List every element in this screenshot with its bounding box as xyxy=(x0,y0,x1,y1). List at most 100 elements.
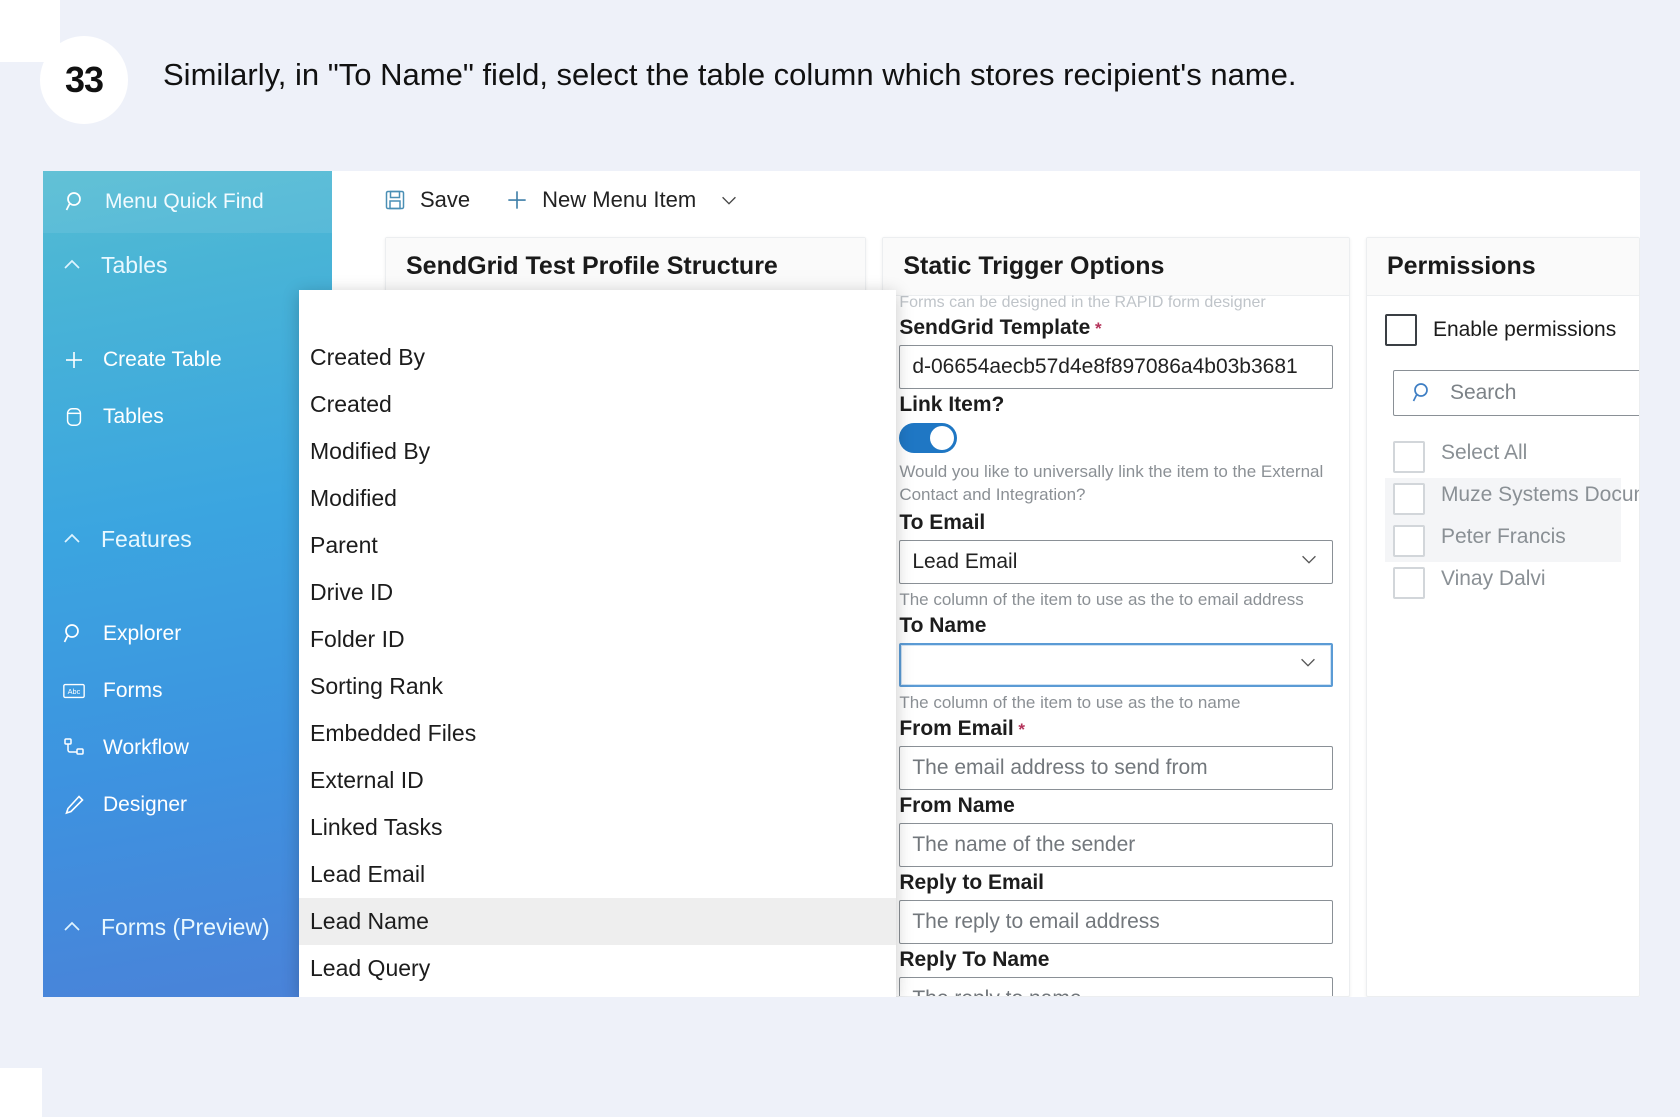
enable-permissions-row[interactable]: Enable permissions xyxy=(1384,314,1621,346)
list-item[interactable]: Embedded Files xyxy=(299,710,896,757)
from-email-label: From Email * xyxy=(899,717,1333,741)
list-item[interactable]: Created By xyxy=(299,334,896,381)
magnifier-icon xyxy=(63,189,89,215)
sidebar-item-quotes[interactable]: Quotes xyxy=(43,993,332,997)
chevron-down-icon xyxy=(1297,651,1319,679)
plus-icon xyxy=(61,347,87,373)
application-window: Menu Quick Find Tables Create Table Tabl… xyxy=(43,171,1640,997)
screenshot-root: 33 Similarly, in "To Name" field, select… xyxy=(0,0,1680,1117)
to-email-select[interactable]: Lead Email xyxy=(899,539,1333,584)
to-email-label: To Email xyxy=(899,510,986,534)
reply-to-name-label: Reply To Name xyxy=(899,947,1050,971)
required-asterisk: * xyxy=(1013,719,1026,739)
enable-permissions-label: Enable permissions xyxy=(1432,318,1617,341)
trigger-panel-title: Static Trigger Options xyxy=(883,238,1349,296)
sidebar-item-label: Create Table xyxy=(103,347,222,371)
list-item[interactable]: Lead Email xyxy=(299,851,896,898)
list-item[interactable]: Parent xyxy=(299,522,896,569)
abc-box-icon: Abc xyxy=(61,678,87,704)
sidebar-group-label: Features xyxy=(101,525,192,552)
reply-to-name-input[interactable]: The reply to name xyxy=(899,976,1333,996)
from-name-input[interactable]: The name of the sender xyxy=(899,822,1333,867)
column-dropdown-list[interactable]: Created By Created Modified By Modified … xyxy=(299,290,896,997)
required-asterisk: * xyxy=(1090,319,1102,338)
list-item[interactable]: Linked Tasks xyxy=(299,804,896,851)
pencil-icon xyxy=(61,792,87,818)
corner-notch-bottom-left xyxy=(0,1068,42,1117)
select-all-label: Select All xyxy=(1440,441,1528,464)
list-item[interactable]: Muze Systems Documentation (Documentatio… xyxy=(1384,478,1639,520)
sidebar-item-create-table[interactable]: Create Table xyxy=(43,331,332,388)
sidebar-group-label: Tables xyxy=(101,251,168,278)
sidebar-item-forms[interactable]: Abc Forms xyxy=(43,662,332,719)
permissions-search-input[interactable]: Search xyxy=(1392,370,1639,416)
from-name-label: From Name xyxy=(899,793,1015,817)
chevron-up-icon xyxy=(59,914,85,940)
select-all-checkbox[interactable] xyxy=(1392,441,1425,473)
chevron-down-icon xyxy=(1298,548,1320,576)
svg-text:Abc: Abc xyxy=(68,686,81,695)
floppy-disk-icon xyxy=(382,187,408,213)
to-email-value: Lead Email xyxy=(912,549,1018,573)
sidebar-item-explorer[interactable]: Explorer xyxy=(43,605,332,662)
list-item[interactable]: Modified xyxy=(299,475,896,522)
permissions-select-all-row[interactable]: Select All xyxy=(1385,436,1621,478)
sidebar-group-label: Forms (Preview) xyxy=(101,913,270,940)
sidebar-item-label: Explorer xyxy=(103,621,182,645)
list-item[interactable]: Drive ID xyxy=(299,569,896,616)
enable-permissions-checkbox[interactable] xyxy=(1384,314,1417,346)
sendgrid-template-input[interactable]: d-06654aecb57d4e8f897086a4b03b3681 xyxy=(899,345,1333,389)
sidebar-quick-find[interactable]: Menu Quick Find xyxy=(43,171,332,233)
sidebar-group-tables[interactable]: Tables xyxy=(43,233,332,297)
save-button[interactable]: Save xyxy=(382,187,470,213)
chevron-down-icon[interactable] xyxy=(716,187,742,213)
link-item-note: Would you like to universally link the i… xyxy=(899,462,1324,504)
reply-to-email-label: Reply to Email xyxy=(899,870,1045,894)
instruction-text: Similarly, in "To Name" field, select th… xyxy=(163,57,1297,92)
permissions-panel-title: Permissions xyxy=(1366,238,1639,296)
field-label-text: From Email xyxy=(899,716,1014,740)
sidebar-item-tables[interactable]: Tables xyxy=(43,388,332,445)
permission-label: Muze Systems Documentation (Documentatio… xyxy=(1440,483,1639,506)
sidebar-group-features[interactable]: Features xyxy=(43,507,332,571)
top-toolbar: Save New Menu Item xyxy=(332,171,1640,229)
static-trigger-options-panel: Static Trigger Options Forms can be desi… xyxy=(882,237,1350,997)
permission-checkbox[interactable] xyxy=(1392,567,1425,599)
link-item-label: Link Item? xyxy=(899,393,1005,416)
permission-checkbox[interactable] xyxy=(1392,525,1425,557)
step-number-badge: 33 xyxy=(40,36,128,124)
list-item-selected[interactable]: Lead Name xyxy=(299,898,896,945)
sidebar-group-forms-preview[interactable]: Forms (Preview) xyxy=(43,895,332,959)
list-item[interactable]: External ID xyxy=(299,757,896,804)
sidebar-item-designer[interactable]: Designer xyxy=(43,776,332,833)
permission-checkbox[interactable] xyxy=(1392,483,1425,515)
instruction-banner: 33 Similarly, in "To Name" field, select… xyxy=(0,30,1640,150)
reply-to-email-input[interactable]: The reply to email address xyxy=(899,899,1333,944)
link-item-toggle[interactable] xyxy=(899,423,958,453)
list-item[interactable]: Sorting Rank xyxy=(299,663,896,710)
sidebar: Menu Quick Find Tables Create Table Tabl… xyxy=(43,171,332,997)
workflow-icon xyxy=(61,735,87,761)
plus-icon xyxy=(504,187,530,213)
sidebar-item-label: Workflow xyxy=(103,735,189,759)
list-item[interactable]: Lead Query xyxy=(299,945,896,992)
sidebar-item-label: Forms xyxy=(103,678,163,702)
list-item[interactable]: Created xyxy=(299,381,896,428)
list-item[interactable]: Peter Francis xyxy=(1384,520,1621,562)
permissions-panel: Permissions Enable permissions Search Se… xyxy=(1365,237,1640,997)
list-item[interactable]: Vinay Dalvi xyxy=(1385,562,1621,604)
list-item[interactable]: Modified By xyxy=(299,428,896,475)
list-item[interactable]: Folder ID xyxy=(299,616,896,663)
field-label-text: SendGrid Template xyxy=(899,316,1091,339)
sidebar-item-label: Tables xyxy=(103,404,164,428)
permission-label: Peter Francis xyxy=(1440,525,1566,548)
to-email-help: The column of the item to use as the to … xyxy=(899,589,1304,609)
toggle-knob xyxy=(930,426,955,450)
permission-label: Vinay Dalvi xyxy=(1440,567,1546,590)
trigger-scrolled-hint: Forms can be designed in the RAPID form … xyxy=(899,294,1266,311)
sidebar-item-workflow[interactable]: Workflow xyxy=(43,719,332,776)
new-menu-item-button[interactable]: New Menu Item xyxy=(504,187,742,213)
to-name-select[interactable] xyxy=(899,642,1333,687)
from-email-input[interactable]: The email address to send from xyxy=(899,745,1333,790)
sidebar-item-label: Designer xyxy=(103,792,188,816)
